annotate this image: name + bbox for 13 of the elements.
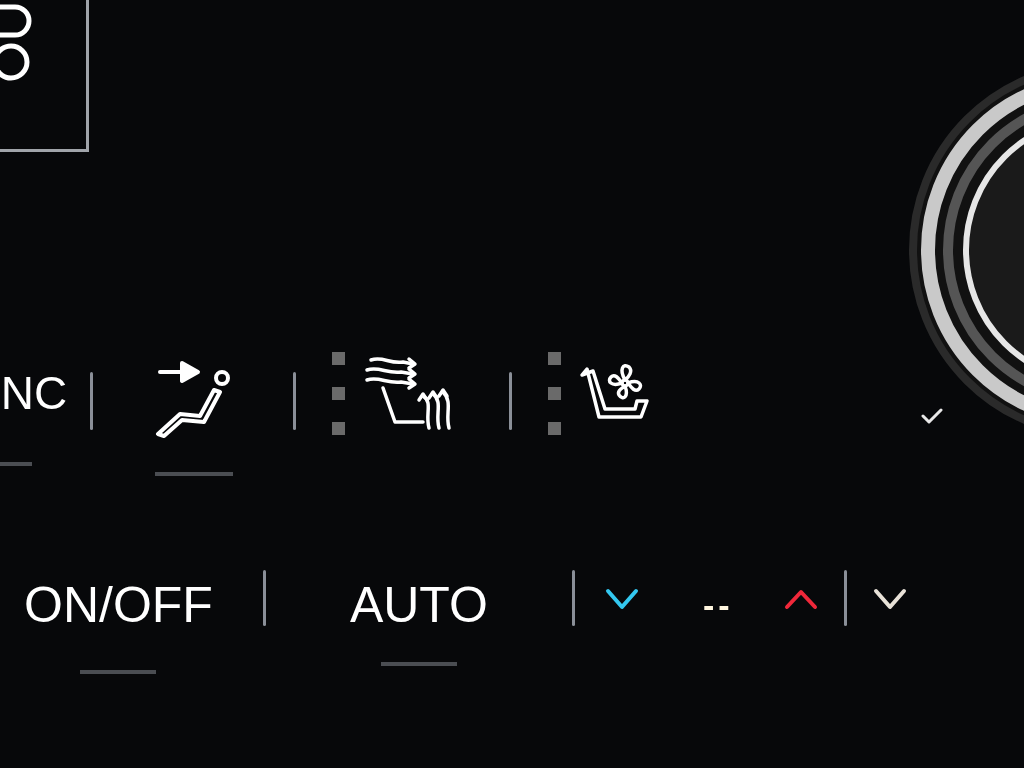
step-dots-icon — [332, 352, 345, 435]
decrease-button[interactable] — [604, 588, 639, 610]
chevron-up-icon — [783, 588, 818, 610]
climate-mode-button[interactable]: AUTO — [349, 540, 488, 666]
indicator-bar — [0, 462, 32, 466]
chevron-down-icon — [872, 588, 907, 610]
mode-button[interactable]: NC — [0, 352, 76, 466]
climate-mode-button[interactable]: ON/OFF — [24, 540, 213, 674]
increase-button[interactable] — [783, 588, 818, 610]
chevron-down-icon — [604, 588, 639, 610]
step-dots-icon — [548, 352, 561, 435]
check-icon — [921, 408, 943, 424]
temperature-reading: -- — [702, 586, 734, 624]
